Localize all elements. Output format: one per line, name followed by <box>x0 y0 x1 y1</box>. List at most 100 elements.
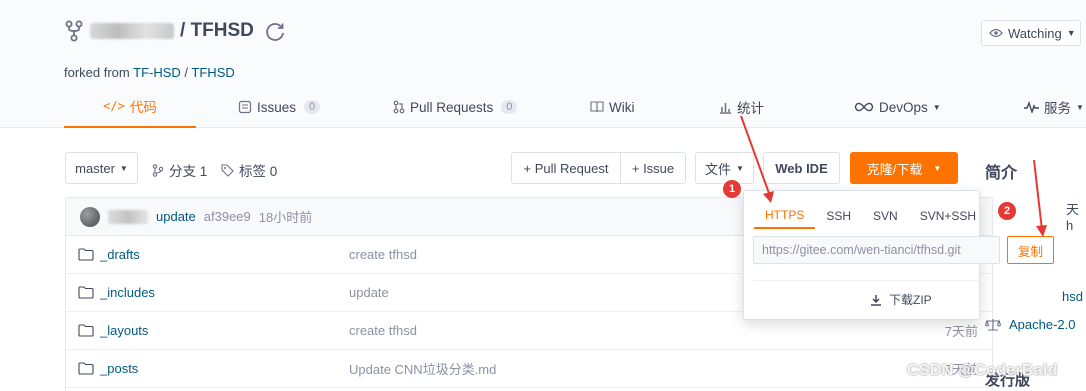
intro-heading: 简介 <box>985 165 1018 182</box>
folder-icon <box>78 362 94 375</box>
tab-svn-ssh[interactable]: SVN+SSH <box>909 203 987 229</box>
folder-name: _posts <box>100 361 139 376</box>
clone-url-field[interactable]: https://gitee.com/wen-tianci/tfhsd.git <box>753 236 1000 264</box>
copy-url-button[interactable]: 复制 <box>1007 236 1054 264</box>
pull-request-icon <box>393 100 405 114</box>
file-name[interactable]: _drafts <box>78 247 140 262</box>
folder-icon <box>78 286 94 299</box>
chevron-down-icon: ▼ <box>1076 102 1084 112</box>
new-pull-request-label: + Pull Request <box>523 160 609 176</box>
clone-download-button[interactable]: 克隆/下载 ▼ <box>850 152 958 184</box>
infinity-icon <box>854 102 874 112</box>
sync-icon[interactable] <box>264 20 286 42</box>
folder-name: _layouts <box>100 323 149 338</box>
folder-name: _drafts <box>100 247 140 262</box>
branch-select[interactable]: master ▼ <box>65 152 138 184</box>
blurred-owner-name <box>90 23 174 39</box>
branch-name: master <box>75 160 115 176</box>
chevron-down-icon: ▼ <box>932 102 941 112</box>
clone-protocol-tabs: HTTPS SSH SVN SVN+SSH <box>754 203 987 229</box>
tab-services[interactable]: 服务 ▼ <box>1024 86 1084 128</box>
annotation-badge-2: 2 <box>998 202 1016 220</box>
forked-prefix: forked from <box>64 65 130 80</box>
repo-name[interactable]: / TFHSD <box>180 20 254 42</box>
watch-label: Watching <box>1008 25 1062 41</box>
tab-label: 服务 <box>1044 101 1071 116</box>
watch-button[interactable]: Watching ▼ <box>981 20 1081 46</box>
commit-time: 18小时前 <box>258 210 313 225</box>
repo-toolbar: master ▼ 分支 1 标签 0 + Pull Request + Issu… <box>0 152 1086 184</box>
code-icon: </> <box>103 99 125 113</box>
file-name[interactable]: _posts <box>78 361 138 376</box>
folder-icon <box>78 248 94 261</box>
file-commit-message[interactable]: create tfhsd <box>349 247 417 262</box>
file-commit-time: 7天前 <box>944 324 978 339</box>
issues-count-badge: 0 <box>304 100 321 114</box>
tab-label: Pull Requests <box>410 99 494 115</box>
tab-svn[interactable]: SVN <box>862 203 909 229</box>
tab-label: Issues <box>257 99 297 115</box>
download-zip-button[interactable]: 下载ZIP <box>870 291 932 308</box>
pull-requests-count-badge: 0 <box>501 100 518 114</box>
file-commit-message[interactable]: create tfhsd <box>349 323 417 338</box>
chevron-down-icon: ▼ <box>1066 28 1076 38</box>
issues-icon <box>238 100 252 114</box>
bar-chart-icon <box>720 102 731 114</box>
license-label: Apache-2.0 <box>1009 317 1076 332</box>
tab-label: 代码 <box>129 100 157 115</box>
tab-statistics[interactable]: 统计 <box>719 86 764 128</box>
license-link[interactable]: Apache-2.0 <box>985 317 1076 332</box>
forked-repo-link[interactable]: TFHSD <box>191 65 234 80</box>
new-pull-request-button[interactable]: + Pull Request <box>511 152 621 184</box>
tab-pull-requests[interactable]: Pull Requests 0 <box>393 86 518 128</box>
file-row[interactable]: _posts Update CNN垃圾分类.md 7天前 <box>66 350 992 388</box>
chevron-down-icon: ▼ <box>736 163 744 173</box>
fork-icon <box>65 20 83 42</box>
commit-hash[interactable]: af39ee9 <box>204 209 251 224</box>
clone-download-label: 克隆/下载 <box>866 161 923 177</box>
tab-code[interactable]: </> 代码 <box>64 86 196 128</box>
tab-wiki[interactable]: Wiki <box>590 86 635 128</box>
branches-link[interactable]: 分支 1 <box>152 160 207 180</box>
tags-label: 标签 0 <box>239 164 278 179</box>
file-commit-message[interactable]: update <box>349 285 389 300</box>
tags-link[interactable]: 标签 0 <box>221 160 277 180</box>
forked-owner-link[interactable]: TF-HSD <box>133 65 181 80</box>
commit-message-link[interactable]: update <box>156 209 196 224</box>
new-issue-button[interactable]: + Issue <box>620 152 686 184</box>
sidebar-partial-text: 天h <box>1066 202 1080 233</box>
download-icon <box>871 294 881 306</box>
tab-https[interactable]: HTTPS <box>754 203 816 229</box>
file-name[interactable]: _layouts <box>78 323 148 338</box>
forked-from: forked from TF-HSD / TFHSD <box>64 65 235 80</box>
eye-icon <box>989 28 1003 38</box>
new-issue-label: + Issue <box>631 160 675 176</box>
folder-name: _includes <box>100 285 155 300</box>
repo-title: / TFHSD <box>64 18 286 44</box>
scale-icon <box>985 319 1001 331</box>
web-ide-button[interactable]: Web IDE <box>763 152 840 184</box>
tag-icon <box>221 163 234 177</box>
file-menu-label: 文件 <box>705 161 732 177</box>
pulse-icon <box>1024 101 1039 113</box>
annotation-badge-1: 1 <box>723 180 741 198</box>
download-zip-label: 下载ZIP <box>889 293 932 307</box>
tab-label: DevOps <box>879 99 928 115</box>
tab-ssh[interactable]: SSH <box>815 203 862 229</box>
blurred-author-name <box>108 209 148 224</box>
folder-icon <box>78 324 94 337</box>
avatar[interactable] <box>80 206 100 227</box>
file-menu-button[interactable]: 文件 ▼ <box>695 152 754 184</box>
repo-header: / TFHSD forked from TF-HSD / TFHSD Watch… <box>0 0 1086 128</box>
tab-label: 统计 <box>737 101 764 116</box>
file-commit-message[interactable]: Update CNN垃圾分类.md <box>349 359 496 378</box>
watermark: CSDN @CoderBald <box>907 362 1058 379</box>
web-ide-label: Web IDE <box>775 160 828 176</box>
file-name[interactable]: _includes <box>78 285 155 300</box>
forked-separator: / <box>180 65 192 80</box>
tab-issues[interactable]: Issues 0 <box>238 86 321 128</box>
branches-label: 分支 1 <box>169 164 208 179</box>
book-icon <box>590 101 604 113</box>
tab-devops[interactable]: DevOps ▼ <box>854 86 941 128</box>
sidebar-partial-hsd[interactable]: hsd <box>1062 289 1083 304</box>
